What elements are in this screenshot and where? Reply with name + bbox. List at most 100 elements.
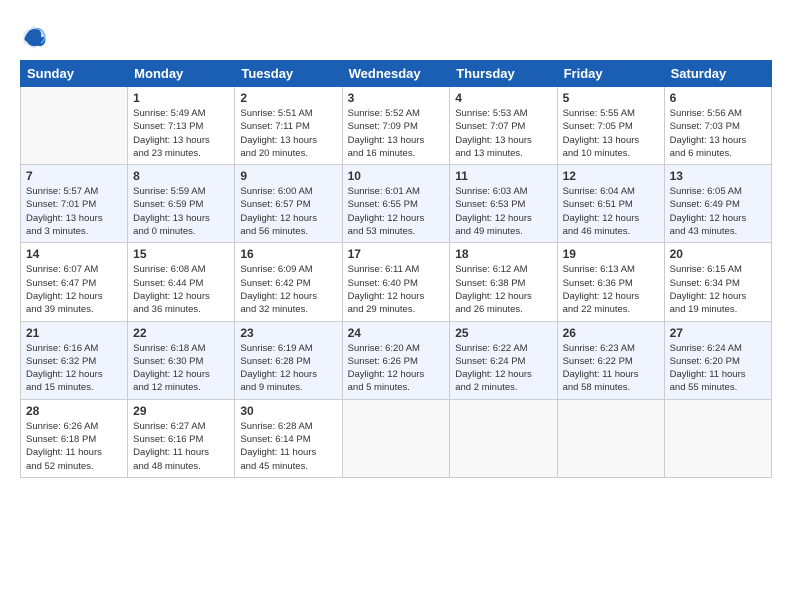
day-number: 18 — [455, 247, 551, 261]
day-info: Sunrise: 6:00 AM Sunset: 6:57 PM Dayligh… — [240, 185, 336, 238]
day-info: Sunrise: 5:57 AM Sunset: 7:01 PM Dayligh… — [26, 185, 122, 238]
calendar-day-cell: 24 Sunrise: 6:20 AM Sunset: 6:26 PM Dayli… — [342, 321, 450, 399]
calendar-week-row: 1 Sunrise: 5:49 AM Sunset: 7:13 PM Daylig… — [21, 87, 772, 165]
weekday-header: Tuesday — [235, 61, 342, 87]
day-number: 2 — [240, 91, 336, 105]
calendar-day-cell: 5 Sunrise: 5:55 AM Sunset: 7:05 PM Daylig… — [557, 87, 664, 165]
calendar-week-row: 28Sunrise: 6:26 AM Sunset: 6:18 PM Dayli… — [21, 399, 772, 477]
weekday-header: Saturday — [664, 61, 771, 87]
calendar-header-row: SundayMondayTuesdayWednesdayThursdayFrid… — [21, 61, 772, 87]
calendar-day-cell: 14 Sunrise: 6:07 AM Sunset: 6:47 PM Dayli… — [21, 243, 128, 321]
day-number: 24 — [348, 326, 445, 340]
day-number: 3 — [348, 91, 445, 105]
calendar-day-cell: 13 Sunrise: 6:05 AM Sunset: 6:49 PM Dayli… — [664, 165, 771, 243]
calendar-day-cell: 9 Sunrise: 6:00 AM Sunset: 6:57 PM Daylig… — [235, 165, 342, 243]
day-info: Sunrise: 6:27 AM Sunset: 6:16 PM Dayligh… — [133, 420, 229, 473]
day-info: Sunrise: 6:23 AM Sunset: 6:22 PM Dayligh… — [563, 342, 659, 395]
day-info: Sunrise: 6:16 AM Sunset: 6:32 PM Dayligh… — [26, 342, 122, 395]
day-number: 30 — [240, 404, 336, 418]
day-number: 11 — [455, 169, 551, 183]
day-number: 16 — [240, 247, 336, 261]
calendar-day-cell: 30 Sunrise: 6:28 AM Sunset: 6:14 PM Dayli… — [235, 399, 342, 477]
logo — [20, 22, 52, 50]
day-info: Sunrise: 5:49 AM Sunset: 7:13 PM Dayligh… — [133, 107, 229, 160]
logo-icon — [20, 22, 48, 50]
day-info: Sunrise: 6:19 AM Sunset: 6:28 PM Dayligh… — [240, 342, 336, 395]
day-number: 10 — [348, 169, 445, 183]
calendar-day-cell: 20Sunrise: 6:15 AM Sunset: 6:34 PM Dayli… — [664, 243, 771, 321]
weekday-header: Friday — [557, 61, 664, 87]
calendar-week-row: 21Sunrise: 6:16 AM Sunset: 6:32 PM Dayli… — [21, 321, 772, 399]
calendar-week-row: 7Sunrise: 5:57 AM Sunset: 7:01 PM Daylig… — [21, 165, 772, 243]
weekday-header: Wednesday — [342, 61, 450, 87]
calendar-day-cell: 7Sunrise: 5:57 AM Sunset: 7:01 PM Daylig… — [21, 165, 128, 243]
day-info: Sunrise: 5:52 AM Sunset: 7:09 PM Dayligh… — [348, 107, 445, 160]
day-info: Sunrise: 6:26 AM Sunset: 6:18 PM Dayligh… — [26, 420, 122, 473]
day-number: 9 — [240, 169, 336, 183]
calendar-day-cell: 16Sunrise: 6:09 AM Sunset: 6:42 PM Dayli… — [235, 243, 342, 321]
day-number: 26 — [563, 326, 659, 340]
day-number: 25 — [455, 326, 551, 340]
day-info: Sunrise: 6:18 AM Sunset: 6:30 PM Dayligh… — [133, 342, 229, 395]
day-number: 19 — [563, 247, 659, 261]
day-info: Sunrise: 6:20 AM Sunset: 6:26 PM Dayligh… — [348, 342, 445, 395]
day-info: Sunrise: 6:07 AM Sunset: 6:47 PM Dayligh… — [26, 263, 122, 316]
calendar: SundayMondayTuesdayWednesdayThursdayFrid… — [20, 60, 772, 478]
calendar-day-cell: 8 Sunrise: 5:59 AM Sunset: 6:59 PM Daylig… — [128, 165, 235, 243]
day-info: Sunrise: 5:53 AM Sunset: 7:07 PM Dayligh… — [455, 107, 551, 160]
calendar-day-cell: 19 Sunrise: 6:13 AM Sunset: 6:36 PM Dayli… — [557, 243, 664, 321]
calendar-day-cell — [342, 399, 450, 477]
day-info: Sunrise: 6:08 AM Sunset: 6:44 PM Dayligh… — [133, 263, 229, 316]
day-number: 13 — [670, 169, 766, 183]
day-info: Sunrise: 6:11 AM Sunset: 6:40 PM Dayligh… — [348, 263, 445, 316]
day-info: Sunrise: 6:15 AM Sunset: 6:34 PM Dayligh… — [670, 263, 766, 316]
calendar-day-cell: 10 Sunrise: 6:01 AM Sunset: 6:55 PM Dayli… — [342, 165, 450, 243]
calendar-day-cell: 26 Sunrise: 6:23 AM Sunset: 6:22 PM Dayli… — [557, 321, 664, 399]
day-info: Sunrise: 6:12 AM Sunset: 6:38 PM Dayligh… — [455, 263, 551, 316]
calendar-day-cell: 3 Sunrise: 5:52 AM Sunset: 7:09 PM Daylig… — [342, 87, 450, 165]
day-info: Sunrise: 5:59 AM Sunset: 6:59 PM Dayligh… — [133, 185, 229, 238]
day-info: Sunrise: 5:55 AM Sunset: 7:05 PM Dayligh… — [563, 107, 659, 160]
day-number: 1 — [133, 91, 229, 105]
day-info: Sunrise: 6:01 AM Sunset: 6:55 PM Dayligh… — [348, 185, 445, 238]
calendar-day-cell: 4 Sunrise: 5:53 AM Sunset: 7:07 PM Daylig… — [450, 87, 557, 165]
calendar-day-cell: 1 Sunrise: 5:49 AM Sunset: 7:13 PM Daylig… — [128, 87, 235, 165]
day-info: Sunrise: 6:03 AM Sunset: 6:53 PM Dayligh… — [455, 185, 551, 238]
day-info: Sunrise: 6:28 AM Sunset: 6:14 PM Dayligh… — [240, 420, 336, 473]
calendar-day-cell: 12Sunrise: 6:04 AM Sunset: 6:51 PM Dayli… — [557, 165, 664, 243]
day-number: 12 — [563, 169, 659, 183]
calendar-day-cell: 29 Sunrise: 6:27 AM Sunset: 6:16 PM Dayli… — [128, 399, 235, 477]
calendar-day-cell: 25 Sunrise: 6:22 AM Sunset: 6:24 PM Dayli… — [450, 321, 557, 399]
day-info: Sunrise: 6:24 AM Sunset: 6:20 PM Dayligh… — [670, 342, 766, 395]
calendar-day-cell: 18 Sunrise: 6:12 AM Sunset: 6:38 PM Dayli… — [450, 243, 557, 321]
calendar-day-cell — [664, 399, 771, 477]
day-number: 29 — [133, 404, 229, 418]
calendar-day-cell — [557, 399, 664, 477]
day-number: 14 — [26, 247, 122, 261]
day-info: Sunrise: 6:13 AM Sunset: 6:36 PM Dayligh… — [563, 263, 659, 316]
day-info: Sunrise: 6:22 AM Sunset: 6:24 PM Dayligh… — [455, 342, 551, 395]
calendar-week-row: 14 Sunrise: 6:07 AM Sunset: 6:47 PM Dayli… — [21, 243, 772, 321]
calendar-day-cell: 2 Sunrise: 5:51 AM Sunset: 7:11 PM Daylig… — [235, 87, 342, 165]
calendar-day-cell: 11 Sunrise: 6:03 AM Sunset: 6:53 PM Dayli… — [450, 165, 557, 243]
day-number: 17 — [348, 247, 445, 261]
day-number: 23 — [240, 326, 336, 340]
day-number: 6 — [670, 91, 766, 105]
calendar-day-cell: 6 Sunrise: 5:56 AM Sunset: 7:03 PM Daylig… — [664, 87, 771, 165]
day-info: Sunrise: 6:05 AM Sunset: 6:49 PM Dayligh… — [670, 185, 766, 238]
calendar-day-cell: 23 Sunrise: 6:19 AM Sunset: 6:28 PM Dayli… — [235, 321, 342, 399]
calendar-day-cell: 22Sunrise: 6:18 AM Sunset: 6:30 PM Dayli… — [128, 321, 235, 399]
day-info: Sunrise: 5:56 AM Sunset: 7:03 PM Dayligh… — [670, 107, 766, 160]
day-number: 5 — [563, 91, 659, 105]
day-number: 4 — [455, 91, 551, 105]
calendar-day-cell: 21Sunrise: 6:16 AM Sunset: 6:32 PM Dayli… — [21, 321, 128, 399]
weekday-header: Thursday — [450, 61, 557, 87]
calendar-day-cell: 17 Sunrise: 6:11 AM Sunset: 6:40 PM Dayli… — [342, 243, 450, 321]
day-number: 15 — [133, 247, 229, 261]
day-number: 8 — [133, 169, 229, 183]
calendar-day-cell: 28Sunrise: 6:26 AM Sunset: 6:18 PM Dayli… — [21, 399, 128, 477]
page-header — [20, 18, 772, 50]
calendar-day-cell — [450, 399, 557, 477]
weekday-header: Monday — [128, 61, 235, 87]
day-info: Sunrise: 5:51 AM Sunset: 7:11 PM Dayligh… — [240, 107, 336, 160]
